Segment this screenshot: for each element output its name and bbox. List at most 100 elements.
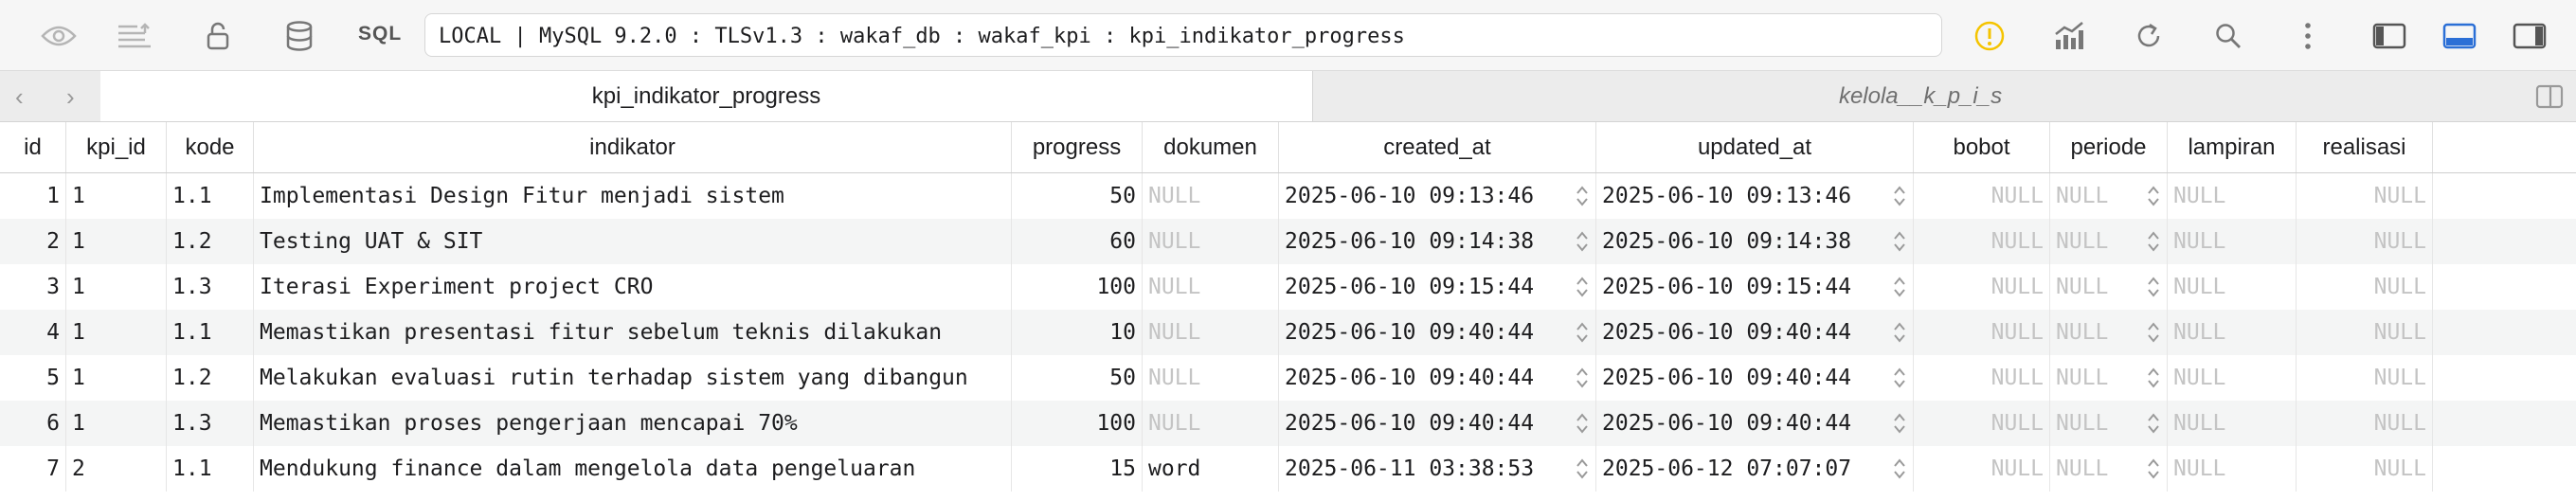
cell-updated-at[interactable]: 2025-06-10 09:14:38 (1596, 219, 1914, 264)
table-row[interactable]: 4 1 1.1 Memastikan presentasi fitur sebelum… (0, 310, 2576, 355)
cell-kode[interactable]: 1.1 (167, 173, 254, 219)
stepper-icon[interactable] (1893, 276, 1906, 298)
right-panel-icon[interactable] (2509, 15, 2550, 57)
cell-progress[interactable]: 15 (1012, 446, 1143, 492)
cell-progress[interactable]: 10 (1012, 310, 1143, 355)
table-row[interactable]: 1 1 1.1 Implementasi Design Fitur menjadi s… (0, 173, 2576, 219)
cell-dokumen[interactable]: NULL (1143, 355, 1279, 401)
cell-lampiran[interactable]: NULL (2168, 173, 2297, 219)
cell-id[interactable]: 1 (0, 173, 66, 219)
cell-id[interactable]: 2 (0, 219, 66, 264)
cell-indikator[interactable]: Mendukung finance dalam mengelola data p… (254, 446, 1012, 492)
column-header[interactable]: dokumen (1143, 122, 1279, 172)
stepper-icon[interactable] (1893, 412, 1906, 435)
stepper-icon[interactable] (1576, 412, 1589, 435)
cell-created-at[interactable]: 2025-06-10 09:40:44 (1279, 355, 1596, 401)
cell-kode[interactable]: 1.1 (167, 310, 254, 355)
cell-kpi-id[interactable]: 1 (66, 264, 167, 310)
sql-label[interactable]: SQL (358, 23, 402, 45)
cell-progress[interactable]: 60 (1012, 219, 1143, 264)
cell-dokumen[interactable]: NULL (1143, 401, 1279, 446)
table-row[interactable]: 6 1 1.3 Memastikan proses pengerjaan mencap… (0, 401, 2576, 446)
cell-dokumen[interactable]: NULL (1143, 173, 1279, 219)
cell-dokumen[interactable]: NULL (1143, 310, 1279, 355)
stepper-icon[interactable] (1893, 321, 1906, 344)
cell-indikator[interactable]: Melakukan evaluasi rutin terhadap sistem… (254, 355, 1012, 401)
cell-id[interactable]: 4 (0, 310, 66, 355)
cell-kpi-id[interactable]: 1 (66, 219, 167, 264)
cell-indikator[interactable]: Implementasi Design Fitur menjadi sistem (254, 173, 1012, 219)
column-header[interactable]: lampiran (2168, 122, 2297, 172)
stepper-icon[interactable] (1893, 185, 1906, 207)
cell-updated-at[interactable]: 2025-06-10 09:40:44 (1596, 355, 1914, 401)
cell-bobot[interactable]: NULL (1914, 219, 2050, 264)
cell-lampiran[interactable]: NULL (2168, 401, 2297, 446)
column-header[interactable]: created_at (1279, 122, 1596, 172)
bottom-panel-icon[interactable] (2439, 15, 2480, 57)
cell-created-at[interactable]: 2025-06-10 09:40:44 (1279, 401, 1596, 446)
stepper-icon[interactable] (1576, 230, 1589, 253)
cell-id[interactable]: 7 (0, 446, 66, 492)
cell-progress[interactable]: 100 (1012, 401, 1143, 446)
stepper-icon[interactable] (1576, 367, 1589, 389)
cell-created-at[interactable]: 2025-06-10 09:15:44 (1279, 264, 1596, 310)
stepper-icon[interactable] (2147, 367, 2160, 389)
stepper-icon[interactable] (2147, 276, 2160, 298)
cell-kode[interactable]: 1.2 (167, 355, 254, 401)
cell-progress[interactable]: 100 (1012, 264, 1143, 310)
cell-kpi-id[interactable]: 1 (66, 310, 167, 355)
cell-kode[interactable]: 1.2 (167, 219, 254, 264)
cell-indikator[interactable]: Testing UAT & SIT (254, 219, 1012, 264)
stepper-icon[interactable] (2147, 412, 2160, 435)
cell-bobot[interactable]: NULL (1914, 264, 2050, 310)
stepper-icon[interactable] (1576, 185, 1589, 207)
stepper-icon[interactable] (2147, 321, 2160, 344)
cell-kpi-id[interactable]: 1 (66, 173, 167, 219)
column-header[interactable]: realisasi (2297, 122, 2433, 172)
column-header[interactable]: updated_at (1596, 122, 1914, 172)
forward-arrow-icon[interactable]: › (66, 82, 75, 112)
cell-updated-at[interactable]: 2025-06-10 09:15:44 (1596, 264, 1914, 310)
more-icon[interactable] (2287, 15, 2329, 57)
stepper-icon[interactable] (2147, 457, 2160, 480)
cell-updated-at[interactable]: 2025-06-10 09:13:46 (1596, 173, 1914, 219)
cell-progress[interactable]: 50 (1012, 173, 1143, 219)
left-panel-icon[interactable] (2369, 15, 2410, 57)
cell-bobot[interactable]: NULL (1914, 401, 2050, 446)
search-icon[interactable] (2207, 15, 2249, 57)
cell-lampiran[interactable]: NULL (2168, 355, 2297, 401)
cell-updated-at[interactable]: 2025-06-10 09:40:44 (1596, 401, 1914, 446)
warning-icon[interactable] (1969, 15, 2010, 57)
refresh-icon[interactable] (2128, 15, 2170, 57)
cell-realisasi[interactable]: NULL (2297, 264, 2433, 310)
column-header[interactable]: bobot (1914, 122, 2050, 172)
stepper-icon[interactable] (1576, 321, 1589, 344)
column-header[interactable]: periode (2050, 122, 2168, 172)
eye-icon[interactable] (38, 15, 80, 57)
database-icon[interactable] (279, 15, 320, 57)
cell-updated-at[interactable]: 2025-06-10 09:40:44 (1596, 310, 1914, 355)
cell-realisasi[interactable]: NULL (2297, 219, 2433, 264)
cell-lampiran[interactable]: NULL (2168, 219, 2297, 264)
cell-created-at[interactable]: 2025-06-10 09:40:44 (1279, 310, 1596, 355)
cell-realisasi[interactable]: NULL (2297, 173, 2433, 219)
back-arrow-icon[interactable]: ‹ (15, 82, 24, 112)
cell-id[interactable]: 5 (0, 355, 66, 401)
stepper-icon[interactable] (1893, 457, 1906, 480)
cell-created-at[interactable]: 2025-06-10 09:13:46 (1279, 173, 1596, 219)
cell-bobot[interactable]: NULL (1914, 446, 2050, 492)
stepper-icon[interactable] (2147, 185, 2160, 207)
cell-created-at[interactable]: 2025-06-11 03:38:53 (1279, 446, 1596, 492)
cell-bobot[interactable]: NULL (1914, 173, 2050, 219)
cell-realisasi[interactable]: NULL (2297, 310, 2433, 355)
cell-indikator[interactable]: Memastikan presentasi fitur sebelum tekn… (254, 310, 1012, 355)
cell-progress[interactable]: 50 (1012, 355, 1143, 401)
column-header[interactable]: progress (1012, 122, 1143, 172)
stepper-icon[interactable] (1893, 367, 1906, 389)
stepper-icon[interactable] (1893, 230, 1906, 253)
cell-indikator[interactable]: Iterasi Experiment project CRO (254, 264, 1012, 310)
table-row[interactable]: 3 1 1.3 Iterasi Experiment project CRO 100 NU… (0, 264, 2576, 310)
cell-bobot[interactable]: NULL (1914, 355, 2050, 401)
cell-dokumen[interactable]: word (1143, 446, 1279, 492)
lock-icon[interactable] (197, 15, 239, 57)
